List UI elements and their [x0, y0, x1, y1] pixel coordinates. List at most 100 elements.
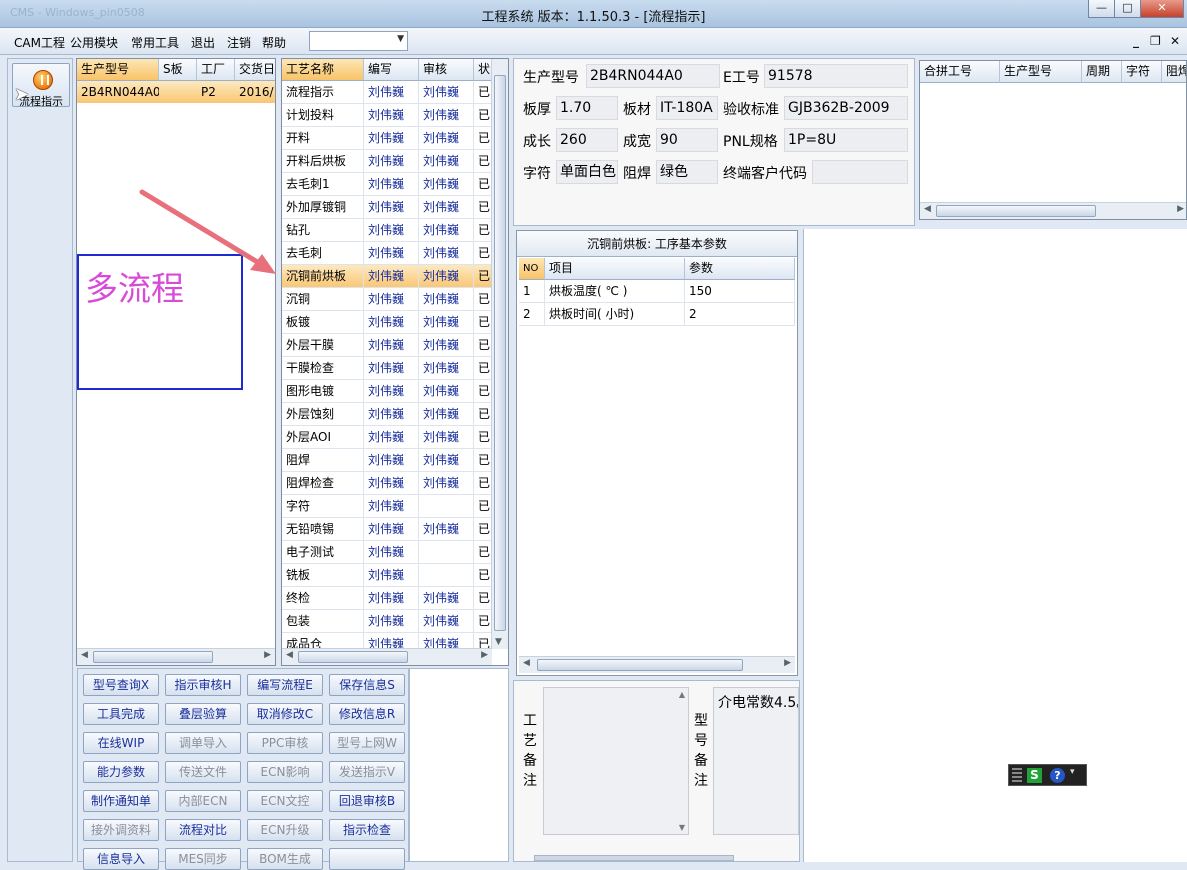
table-row[interactable]: 2B4RN044A0 P2 2016/ [77, 81, 275, 103]
function-button[interactable]: 修改信息R [329, 703, 405, 725]
function-button[interactable]: 编写流程E [247, 674, 323, 696]
function-button[interactable]: 型号上网W [329, 732, 405, 754]
grip-icon[interactable] [1012, 768, 1022, 782]
scroll-thumb[interactable] [298, 651, 408, 663]
function-button[interactable]: 能力参数 [83, 761, 159, 783]
param-hscroll[interactable]: ◀ ▶ [519, 656, 795, 673]
function-button[interactable]: 取消修改C [247, 703, 323, 725]
process-header-name[interactable]: 工艺名称 [282, 59, 364, 81]
table-row[interactable]: 外层蚀刻 刘伟巍 刘伟巍已 [282, 403, 492, 426]
function-button[interactable]: 流程对比 [165, 819, 241, 841]
table-row[interactable]: 包装 刘伟巍 刘伟巍已 [282, 610, 492, 633]
menu-logout[interactable]: 注销 [227, 34, 251, 51]
combine-hscroll[interactable]: ◀ ▶ [920, 202, 1186, 219]
param-header-item[interactable]: 项目 [545, 258, 685, 280]
menu-cam[interactable]: CAM工程 [14, 34, 65, 51]
mdi-restore-button[interactable]: ❐ [1150, 34, 1161, 48]
function-button[interactable]: 回退审核B [329, 790, 405, 812]
table-row[interactable]: 字符 刘伟巍 已 [282, 495, 492, 518]
param-header-value[interactable]: 参数 [685, 258, 795, 280]
standard-field[interactable]: GJB362B-2009 [784, 96, 908, 120]
combine-header-model[interactable]: 生产型号 [1000, 61, 1082, 83]
table-row[interactable]: 钻孔 刘伟巍 刘伟巍已 [282, 219, 492, 242]
scroll-left-icon[interactable]: ◀ [924, 204, 931, 214]
minimize-button[interactable]: — [1088, 0, 1115, 18]
function-button[interactable]: 在线WIP [83, 732, 159, 754]
product-header-factory[interactable]: 工厂 [197, 59, 235, 81]
material-field[interactable]: IT-180A [656, 96, 718, 120]
combine-header-no[interactable]: 合拼工号 [920, 61, 1000, 83]
customer-field[interactable] [812, 160, 908, 184]
maximize-button[interactable]: □ [1114, 0, 1141, 18]
function-button[interactable]: 型号查询X [83, 674, 159, 696]
table-row[interactable]: 阻焊 刘伟巍 刘伟巍已 [282, 449, 492, 472]
function-button[interactable]: BOM生成 [247, 848, 323, 870]
table-row[interactable]: 1 烘板温度( ℃ ) 150 [517, 280, 797, 303]
function-button[interactable]: 叠层验算 [165, 703, 241, 725]
function-button[interactable]: ECN文控 [247, 790, 323, 812]
menu-common-module[interactable]: 公用模块 [70, 34, 118, 51]
table-row[interactable]: 去毛刺 刘伟巍 刘伟巍已 [282, 242, 492, 265]
scroll-right-icon[interactable]: ▶ [784, 658, 791, 668]
combine-header-mask[interactable]: 阻焊 [1162, 61, 1186, 83]
function-button[interactable]: ECN升级 [247, 819, 323, 841]
pnl-field[interactable]: 1P=8U [784, 128, 908, 152]
function-button[interactable]: 指示检查 [329, 819, 405, 841]
close-button[interactable]: ✕ [1140, 0, 1184, 18]
table-row[interactable]: 开料后烘板 刘伟巍 刘伟巍已 [282, 150, 492, 173]
s-app-icon[interactable]: S [1027, 768, 1042, 783]
scroll-down-icon[interactable]: ▼ [495, 637, 502, 647]
scroll-thumb[interactable] [537, 659, 743, 671]
scroll-thumb[interactable] [93, 651, 213, 663]
scroll-left-icon[interactable]: ◀ [81, 650, 88, 660]
menu-exit[interactable]: 退出 [191, 34, 215, 51]
table-row[interactable]: 外层干膜 刘伟巍 刘伟巍已 [282, 334, 492, 357]
function-button[interactable]: 发送指示V [329, 761, 405, 783]
process-hscroll[interactable]: ◀ ▶ [282, 648, 492, 665]
model-remarks-textarea[interactable]: 介电常数4.5。 [713, 687, 799, 835]
table-row[interactable]: 去毛刺1 刘伟巍 刘伟巍已 [282, 173, 492, 196]
scroll-left-icon[interactable]: ◀ [286, 650, 293, 660]
product-header-delivery[interactable]: 交货日 [235, 59, 275, 81]
process-header-status[interactable]: 状 [474, 59, 492, 81]
e-no-field[interactable]: 91578 [764, 64, 908, 88]
function-button[interactable]: 接外调资料 [83, 819, 159, 841]
mask-field[interactable]: 绿色 [656, 160, 718, 184]
process-header-writer[interactable]: 编写 [364, 59, 419, 81]
scroll-thumb[interactable] [494, 75, 506, 631]
scroll-right-icon[interactable]: ▶ [264, 650, 271, 660]
combine-header-cycle[interactable]: 周期 [1082, 61, 1122, 83]
scroll-down-icon[interactable]: ▼ [679, 823, 685, 832]
table-row[interactable]: 沉铜前烘板 刘伟巍 刘伟巍已 [282, 265, 492, 288]
function-button[interactable]: 调单导入 [165, 732, 241, 754]
chevron-down-icon[interactable]: ▾ [1070, 767, 1075, 777]
table-row[interactable]: 沉铜 刘伟巍 刘伟巍已 [282, 288, 492, 311]
mdi-close-button[interactable]: ✕ [1170, 34, 1180, 48]
table-row[interactable]: 外层AOI 刘伟巍 刘伟巍已 [282, 426, 492, 449]
table-row[interactable]: 流程指示 刘伟巍 刘伟巍已 [282, 81, 492, 104]
menu-tools[interactable]: 常用工具 [131, 34, 179, 51]
table-row[interactable]: 终检 刘伟巍 刘伟巍已 [282, 587, 492, 610]
length-field[interactable]: 260 [556, 128, 618, 152]
table-row[interactable]: 开料 刘伟巍 刘伟巍已 [282, 127, 492, 150]
thickness-field[interactable]: 1.70 [556, 96, 618, 120]
table-row[interactable]: 图形电镀 刘伟巍 刘伟巍已 [282, 380, 492, 403]
scroll-up-icon[interactable]: ▲ [679, 690, 685, 699]
table-row[interactable]: 电子测试 刘伟巍 已 [282, 541, 492, 564]
process-vscroll[interactable]: ▼ [491, 59, 508, 649]
function-button[interactable] [329, 848, 405, 870]
table-row[interactable]: 无铅喷锡 刘伟巍 刘伟巍已 [282, 518, 492, 541]
width-field[interactable]: 90 [656, 128, 718, 152]
prod-model-field[interactable]: 2B4RN044A0 [586, 64, 720, 88]
function-button[interactable]: ECN影响 [247, 761, 323, 783]
table-row[interactable]: 铣板 刘伟巍 已 [282, 564, 492, 587]
table-row[interactable]: 计划投料 刘伟巍 刘伟巍已 [282, 104, 492, 127]
product-header-model[interactable]: 生产型号 [77, 59, 159, 81]
menu-combo[interactable]: ▼ [309, 31, 408, 51]
product-header-s[interactable]: S板 [159, 59, 197, 81]
menu-help[interactable]: 帮助 [262, 34, 286, 51]
param-header-no[interactable]: NO [519, 258, 545, 280]
scroll-right-icon[interactable]: ▶ [481, 650, 488, 660]
remarks-hscroll[interactable] [534, 855, 734, 861]
scroll-left-icon[interactable]: ◀ [523, 658, 530, 668]
